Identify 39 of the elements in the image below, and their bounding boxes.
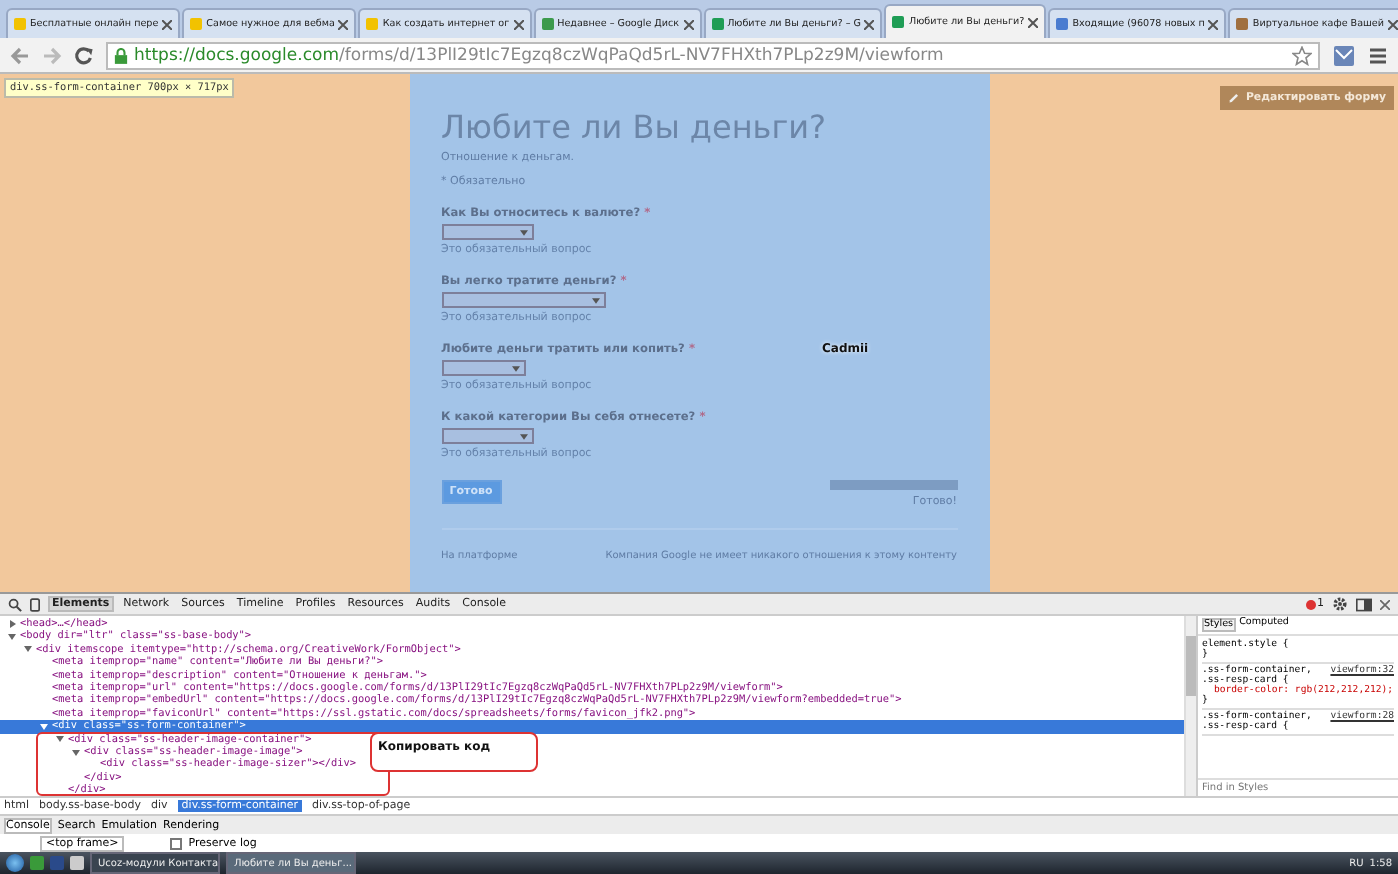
close-icon[interactable] (864, 19, 875, 29)
star-icon[interactable] (1292, 45, 1312, 65)
mail-icon[interactable] (1332, 43, 1356, 67)
caret-icon (591, 297, 599, 303)
reload-icon[interactable] (74, 45, 94, 65)
close-icon[interactable] (1028, 17, 1039, 27)
close-icon[interactable] (1208, 19, 1219, 29)
settings-icon[interactable] (1332, 596, 1348, 612)
close-icon[interactable] (338, 19, 349, 29)
close-icon[interactable] (683, 19, 694, 29)
close-icon[interactable] (1380, 599, 1390, 609)
address-field[interactable]: https://docs.google.com/forms/d/13PlI29tIc7Egzq8czWqPaQd5rL-NV7FHXth7PLp2z9M/viewform (106, 41, 1320, 69)
back-icon[interactable] (10, 45, 30, 65)
disclosure-triangle-icon[interactable] (72, 749, 80, 756)
checkbox[interactable] (170, 837, 183, 849)
caret-icon (511, 365, 519, 371)
lock-icon (114, 47, 128, 63)
dropdown-field[interactable] (441, 360, 525, 376)
close-icon[interactable] (1388, 19, 1398, 29)
dock-icon[interactable] (1356, 597, 1372, 611)
device-icon[interactable] (30, 597, 40, 611)
disclosure-triangle-icon[interactable] (8, 634, 16, 641)
caret-icon (519, 433, 527, 439)
error-icon (1305, 599, 1315, 609)
form-title: Любите ли Вы деньги? (441, 108, 829, 146)
scrollbar[interactable] (1184, 616, 1196, 796)
close-icon[interactable] (162, 19, 173, 29)
caret-icon (519, 229, 527, 235)
start-button[interactable] (6, 854, 24, 872)
dropdown-field[interactable] (441, 224, 533, 240)
search-icon[interactable] (8, 597, 22, 611)
disclosure-triangle-icon[interactable] (24, 646, 32, 653)
menu-icon[interactable] (1368, 45, 1388, 65)
disclosure-triangle-icon[interactable] (56, 736, 64, 743)
close-icon[interactable] (513, 19, 524, 29)
dropdown-field[interactable] (441, 428, 533, 444)
dropdown-field[interactable] (441, 292, 605, 308)
pencil-icon (1227, 92, 1240, 104)
disclosure-triangle-icon[interactable] (10, 620, 16, 629)
